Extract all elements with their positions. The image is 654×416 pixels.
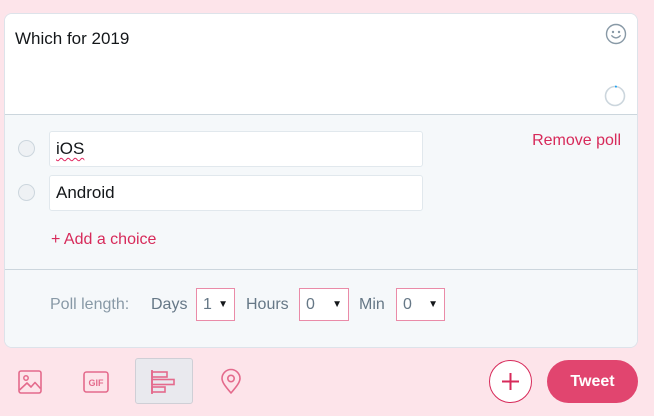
plus-icon [502, 373, 519, 390]
min-label: Min [359, 296, 385, 313]
add-choice-link[interactable]: + Add a choice [51, 231, 156, 249]
poll-choice-1-text: iOS [56, 139, 85, 158]
character-counter-ring [604, 85, 626, 107]
image-icon[interactable] [16, 368, 44, 396]
days-label: Days [151, 296, 188, 313]
radio-icon [18, 140, 35, 157]
poll-editor: iOS Android Remove poll + Add a choice [5, 115, 637, 270]
poll-choice-2: Android [5, 175, 425, 211]
hours-label: Hours [246, 296, 289, 313]
days-select[interactable]: 1 ▼ [196, 288, 235, 321]
days-value: 1 [203, 296, 212, 313]
remove-poll-link[interactable]: Remove poll [532, 132, 621, 150]
gif-icon[interactable]: GIF [82, 368, 110, 396]
tweet-text[interactable]: Which for 2019 [15, 29, 129, 49]
poll-length-row: Poll length: Days 1 ▼ Hours 0 ▼ Min 0 ▼ [5, 270, 637, 347]
location-icon[interactable] [217, 368, 245, 396]
tweet-button[interactable]: Tweet [547, 360, 638, 403]
dropdown-arrow-icon: ▼ [332, 299, 342, 310]
poll-choice-1-input[interactable]: iOS [49, 131, 423, 167]
svg-text:GIF: GIF [89, 378, 105, 388]
poll-button[interactable] [135, 358, 193, 404]
hours-value: 0 [306, 296, 315, 313]
tweet-composer: Which for 2019 iOS Android Remove poll +… [4, 13, 638, 348]
poll-icon [151, 370, 175, 394]
radio-icon [18, 184, 35, 201]
dropdown-arrow-icon: ▼ [218, 299, 228, 310]
poll-length-label: Poll length: [50, 296, 130, 313]
add-tweet-button[interactable] [489, 360, 532, 403]
tweet-text-area[interactable]: Which for 2019 [5, 14, 637, 115]
hours-select[interactable]: 0 ▼ [299, 288, 349, 321]
poll-choice-1: iOS [5, 131, 425, 167]
min-select[interactable]: 0 ▼ [396, 288, 445, 321]
poll-choice-2-input[interactable]: Android [49, 175, 423, 211]
min-value: 0 [403, 296, 412, 313]
emoji-icon[interactable] [605, 23, 627, 45]
dropdown-arrow-icon: ▼ [428, 299, 438, 310]
